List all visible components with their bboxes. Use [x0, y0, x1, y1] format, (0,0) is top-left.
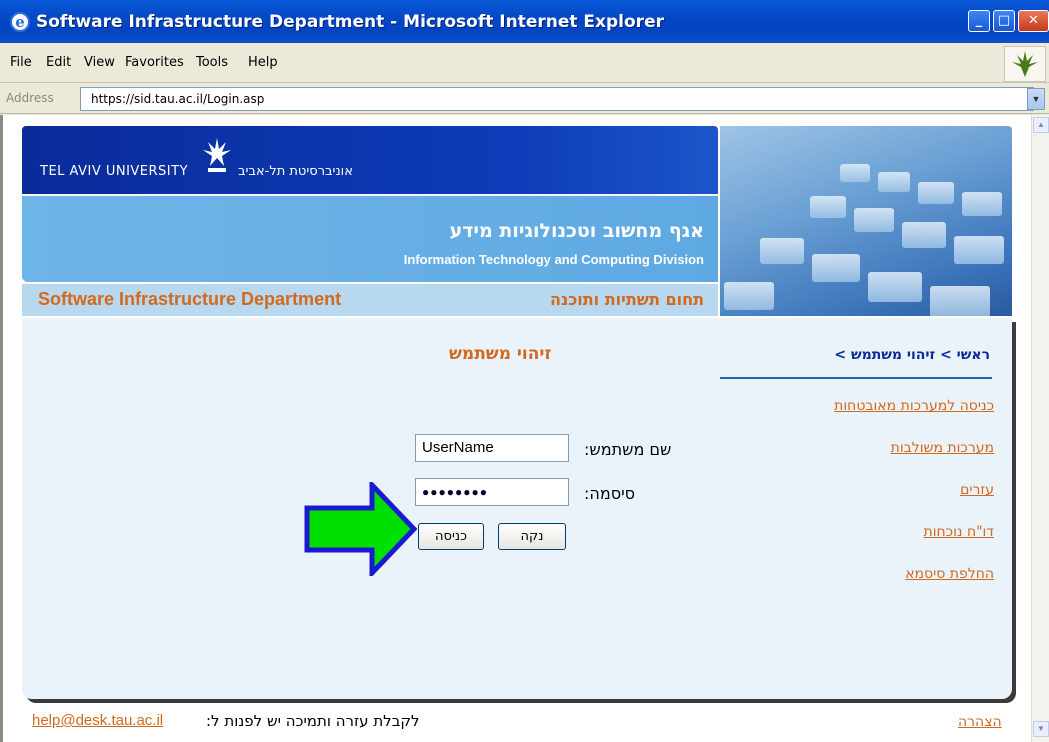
scroll-down-icon[interactable]: ▼	[1033, 721, 1049, 737]
username-field[interactable]: UserName	[415, 434, 569, 462]
menu-help[interactable]: Help	[248, 55, 278, 70]
clear-button[interactable]: נקה	[498, 523, 566, 550]
breadcrumb[interactable]: ראשי > זיהוי משתמש >	[834, 347, 990, 363]
address-input[interactable]: https://sid.tau.ac.il/Login.asp	[80, 87, 1034, 111]
login-title: זיהוי משתמש	[449, 344, 552, 364]
division-name-en: Information Technology and Computing Div…	[403, 252, 704, 267]
sidebar-link-integrated-systems[interactable]: מערכות משולבות	[891, 440, 994, 456]
menu-tools[interactable]: Tools	[196, 55, 228, 70]
help-email-link[interactable]: help@desk.tau.ac.il	[32, 712, 163, 729]
university-banner: TEL AVIV UNIVERSITY אוניברסיטת תל-אביב	[22, 126, 718, 194]
address-bar: Address https://sid.tau.ac.il/Login.asp …	[0, 84, 1049, 114]
tau-logo-icon	[1004, 46, 1046, 82]
maximize-button[interactable]: □	[993, 10, 1015, 32]
menu-file[interactable]: File	[10, 55, 32, 70]
university-logo-icon	[200, 136, 234, 187]
login-button[interactable]: כניסה	[418, 523, 484, 550]
green-arrow-icon	[304, 482, 418, 576]
division-name-he: אגף מחשוב וטכנולוגיות מידע	[449, 220, 704, 242]
close-button[interactable]: ✕	[1018, 10, 1049, 32]
menu-edit[interactable]: Edit	[46, 55, 71, 70]
window-title-bar: e Software Infrastructure Department - M…	[0, 0, 1049, 43]
password-field[interactable]: ●●●●●●●●	[415, 478, 569, 506]
sidebar-link-attendance-report[interactable]: דו"ח נוכחות	[924, 524, 994, 540]
menu-view[interactable]: View	[84, 55, 115, 70]
chevron-down-icon[interactable]: ▼	[1027, 88, 1045, 110]
sidebar-link-change-password[interactable]: החלפת סיסמא	[905, 566, 994, 582]
division-banner: אגף מחשוב וטכנולוגיות מידע Information T…	[22, 196, 718, 282]
department-name-he: תחום תשתיות ותוכנה	[549, 290, 704, 309]
vertical-scrollbar[interactable]: ▲ ▼	[1031, 115, 1049, 742]
help-text: לקבלת עזרה ותמיכה יש לפנות ל:	[206, 712, 420, 730]
content-panel	[22, 318, 1012, 699]
department-name-en: Software Infrastructure Department	[38, 289, 342, 309]
ie-icon: e	[10, 12, 30, 32]
breadcrumb-divider	[720, 377, 992, 379]
department-banner: Software Infrastructure Department תחום …	[22, 284, 718, 316]
university-name-en: TEL AVIV UNIVERSITY	[40, 164, 189, 179]
password-label: סיסמה:	[584, 484, 636, 503]
menu-favorites[interactable]: Favorites	[125, 55, 184, 70]
sidebar-link-secure-systems[interactable]: כניסה למערכות מאובטחות	[834, 398, 994, 414]
menu-bar: File Edit View Favorites Tools Help	[0, 43, 1049, 83]
address-label: Address	[6, 91, 54, 105]
scroll-up-icon[interactable]: ▲	[1033, 117, 1049, 133]
minimize-button[interactable]: _	[968, 10, 990, 32]
sidebar-link-tools[interactable]: עזרים	[960, 482, 994, 498]
username-label: שם משתמש:	[584, 440, 672, 459]
window-title: Software Infrastructure Department - Mic…	[36, 12, 664, 32]
page-content: TEL AVIV UNIVERSITY אוניברסיטת תל-אביב א…	[22, 126, 1014, 730]
university-name-he: אוניברסיטת תל-אביב	[238, 164, 353, 179]
declaration-link[interactable]: הצהרה	[958, 714, 1002, 730]
keyboard-image	[720, 126, 1012, 316]
